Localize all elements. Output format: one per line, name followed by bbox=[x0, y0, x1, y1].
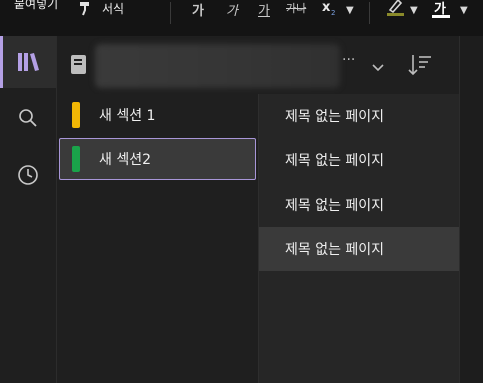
font-color-swatch bbox=[432, 15, 450, 18]
page-label: 제목 없는 페이지 bbox=[285, 153, 385, 169]
notebooks-icon[interactable] bbox=[17, 51, 41, 77]
right-scrollbar-track[interactable] bbox=[459, 36, 483, 383]
page-item[interactable]: 제목 없는 페이지 bbox=[259, 94, 459, 138]
page-list: 제목 없는 페이지 제목 없는 페이지 제목 없는 페이지 제목 없는 페이지 bbox=[258, 94, 459, 383]
notebook-header[interactable]: ··· bbox=[57, 36, 459, 98]
section-color-tab bbox=[72, 146, 80, 172]
format-painter-icon[interactable] bbox=[76, 0, 96, 22]
notebook-name-redacted bbox=[95, 44, 340, 88]
italic-button[interactable]: 가 bbox=[226, 0, 238, 19]
page-item-selected[interactable]: 제목 없는 페이지 bbox=[259, 227, 459, 271]
page-item[interactable]: 제목 없는 페이지 bbox=[259, 183, 459, 227]
section-color-tab bbox=[72, 102, 80, 128]
subscript-button[interactable]: x bbox=[322, 0, 330, 15]
highlighter-icon[interactable] bbox=[384, 0, 406, 22]
chevron-down-icon[interactable]: ▼ bbox=[460, 5, 468, 16]
sort-icon[interactable] bbox=[407, 52, 433, 82]
section-item[interactable]: 새 섹션 1 bbox=[59, 94, 256, 136]
chevron-down-icon[interactable]: ▼ bbox=[346, 5, 354, 16]
bold-button[interactable]: 가 bbox=[192, 0, 204, 19]
section-label: 새 섹션 1 bbox=[99, 108, 156, 124]
page-label: 제목 없는 페이지 bbox=[285, 109, 385, 125]
paste-button[interactable]: 붙여넣기 bbox=[14, 0, 58, 12]
section-list: 새 섹션 1 새 섹션2 bbox=[57, 94, 258, 383]
chevron-down-icon[interactable]: ▼ bbox=[410, 5, 418, 16]
underline-button[interactable]: 가 bbox=[258, 0, 270, 19]
chevron-down-icon[interactable] bbox=[371, 58, 385, 77]
ribbon-toolbar: 붙여넣기 서식 가 가 가 가나 x 2 ▼ ▼ 가 ▼ bbox=[0, 0, 483, 36]
toolbar-divider bbox=[369, 2, 370, 24]
strikethrough-button[interactable]: 가나 bbox=[286, 0, 306, 16]
format-painter-label[interactable]: 서식 bbox=[102, 0, 124, 17]
page-label: 제목 없는 페이지 bbox=[285, 198, 385, 214]
toolbar-divider bbox=[170, 2, 171, 24]
section-label: 새 섹션2 bbox=[99, 152, 151, 168]
rail-active-indicator bbox=[0, 36, 3, 88]
recent-icon[interactable] bbox=[17, 164, 39, 190]
search-icon[interactable] bbox=[18, 108, 38, 132]
section-item-selected[interactable]: 새 섹션2 bbox=[59, 138, 256, 180]
page-item[interactable]: 제목 없는 페이지 bbox=[259, 138, 459, 182]
page-label: 제목 없는 페이지 bbox=[285, 242, 385, 258]
more-icon[interactable]: ··· bbox=[342, 52, 355, 68]
navigation-rail bbox=[0, 36, 57, 383]
notebook-icon bbox=[69, 53, 89, 81]
subscript-mark: 2 bbox=[331, 9, 336, 17]
